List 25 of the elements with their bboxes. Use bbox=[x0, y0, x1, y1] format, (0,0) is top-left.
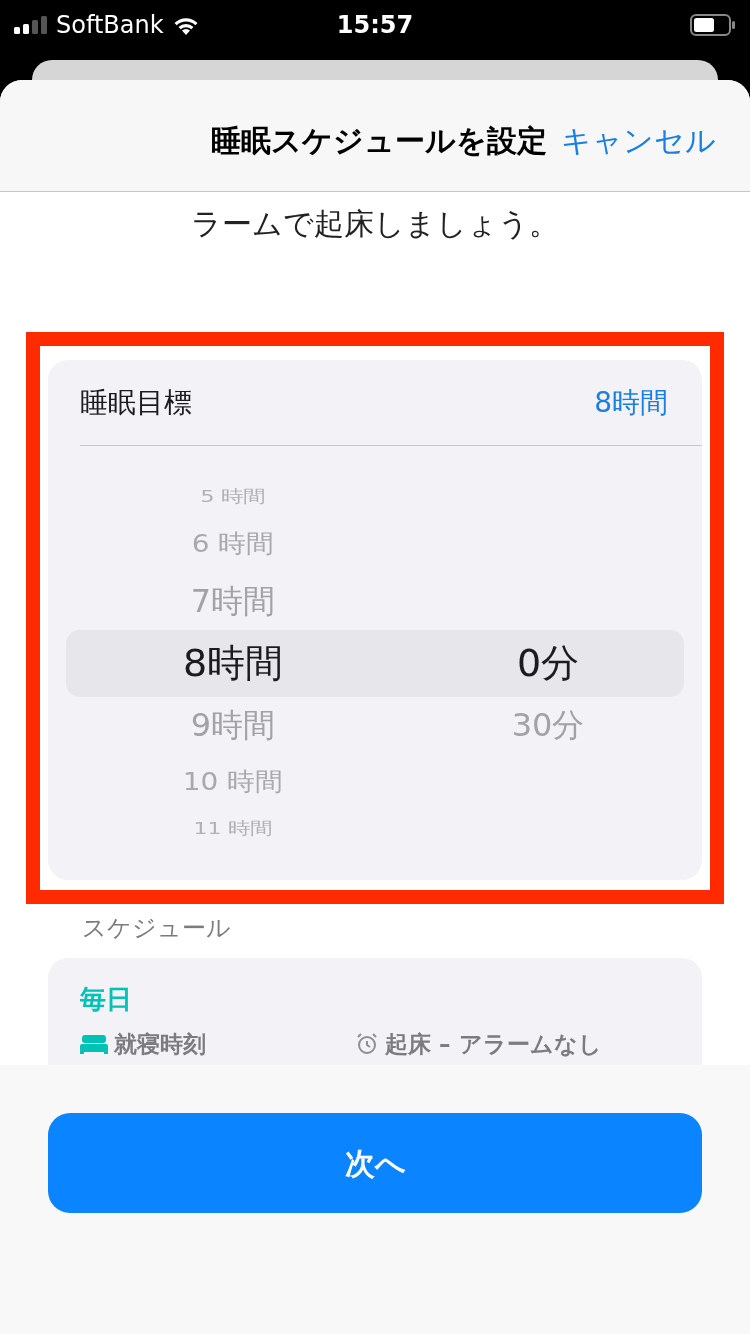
cancel-button[interactable]: キャンセル bbox=[561, 118, 716, 163]
sleep-goal-value[interactable]: 8時間 bbox=[594, 381, 668, 424]
hour-option[interactable]: 9時間 bbox=[190, 709, 276, 741]
sheet-title: 睡眠スケジュールを設定 bbox=[211, 122, 547, 160]
hour-option[interactable]: 11 時間 bbox=[193, 820, 273, 838]
minute-option[interactable]: 0分 bbox=[516, 644, 580, 682]
sleep-goal-label: 睡眠目標 bbox=[80, 384, 192, 421]
wake-label: 起床 – アラームなし bbox=[385, 1030, 602, 1059]
hour-option[interactable]: 6 時間 bbox=[191, 531, 275, 557]
alarm-clock-icon bbox=[355, 1032, 379, 1057]
hour-option[interactable]: 8時間 bbox=[182, 644, 284, 682]
bed-icon bbox=[80, 1034, 108, 1055]
section-heading: スケジュール bbox=[82, 913, 232, 944]
next-button[interactable]: 次へ bbox=[48, 1113, 702, 1213]
intro-text: ラームで起床しましょう。 bbox=[190, 205, 560, 243]
hour-option[interactable]: 5 時間 bbox=[200, 488, 266, 506]
hour-option[interactable]: 7時間 bbox=[190, 585, 276, 617]
bedtime-label: 就寝時刻 bbox=[114, 1030, 206, 1059]
clock-time: 15:57 bbox=[336, 10, 414, 41]
signal-icon bbox=[14, 16, 48, 34]
battery-icon bbox=[690, 14, 736, 36]
carrier-name: SoftBank bbox=[56, 10, 164, 41]
minute-option[interactable]: 30分 bbox=[511, 709, 585, 741]
hour-option[interactable]: 10 時間 bbox=[182, 769, 284, 795]
schedule-days: 毎日 bbox=[80, 980, 670, 1019]
